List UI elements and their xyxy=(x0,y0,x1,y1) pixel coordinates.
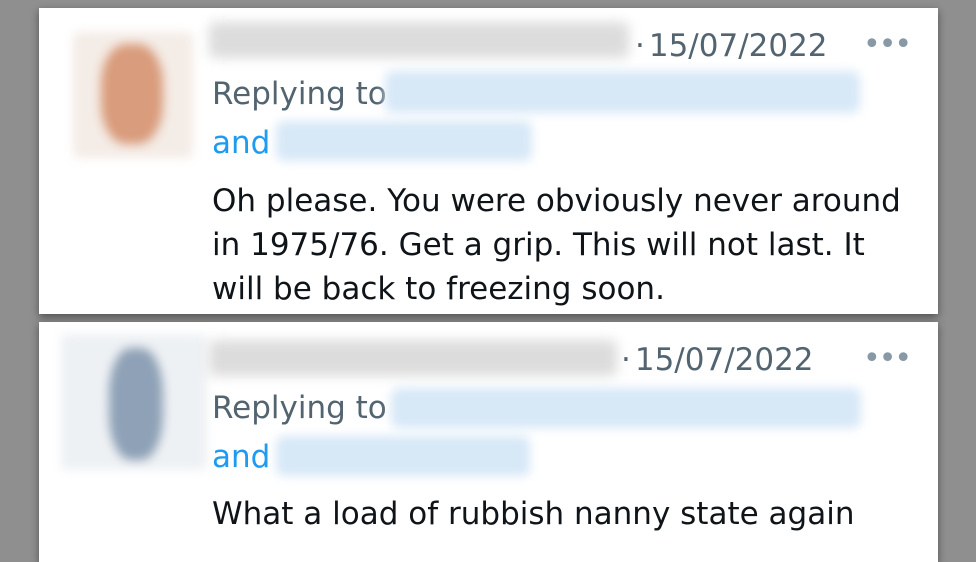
mention-redacted[interactable] xyxy=(276,436,530,476)
more-options-icon[interactable]: ••• xyxy=(863,30,912,60)
mention-redacted[interactable] xyxy=(385,71,860,113)
replying-to-label: Replying to xyxy=(212,390,387,426)
tweet-card[interactable]: · 15/07/2022 ••• Replying to and What a l… xyxy=(39,322,938,562)
display-name-redacted[interactable] xyxy=(209,22,629,58)
tweet-text: What a load of rubbish nanny state again xyxy=(212,496,855,532)
mention-redacted[interactable] xyxy=(391,388,861,428)
and-label: and xyxy=(212,125,271,161)
tweet-date[interactable]: · 15/07/2022 xyxy=(635,28,828,64)
avatar[interactable] xyxy=(73,32,193,158)
and-label: and xyxy=(212,439,271,475)
tweet-date[interactable]: · 15/07/2022 xyxy=(621,342,814,378)
more-options-icon[interactable]: ••• xyxy=(863,344,912,374)
display-name-redacted[interactable] xyxy=(209,340,617,376)
tweet-card[interactable]: · 15/07/2022 ••• Replying to and Oh pleas… xyxy=(39,8,938,314)
avatar[interactable] xyxy=(61,334,207,470)
mention-redacted[interactable] xyxy=(276,121,532,161)
tweet-text: Oh please. You were obviously never arou… xyxy=(212,183,901,307)
replying-to-label: Replying to xyxy=(212,76,387,112)
